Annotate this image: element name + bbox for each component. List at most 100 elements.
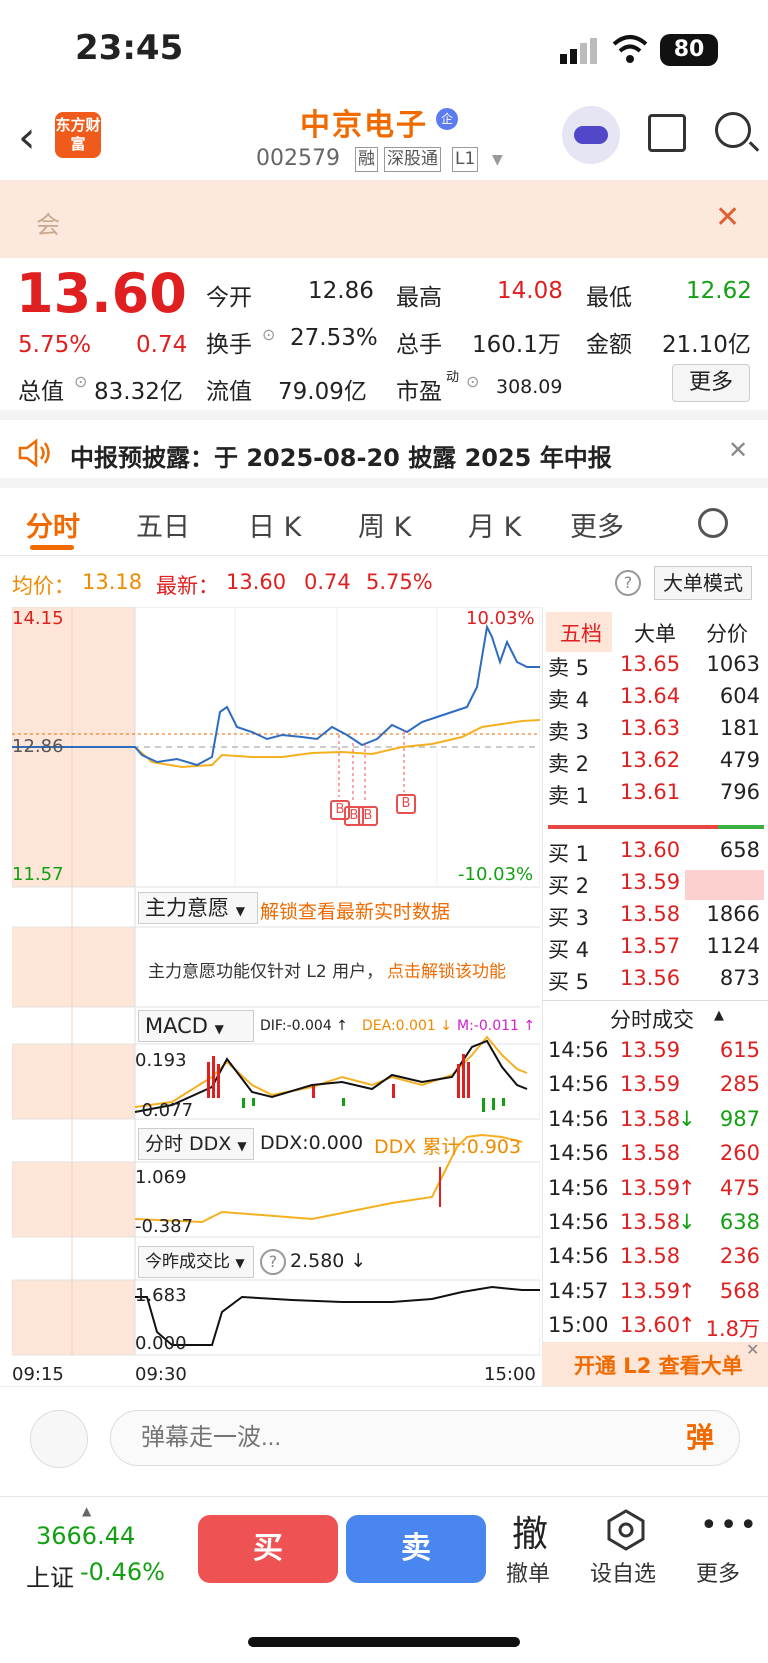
large-order-mode-button[interactable]: 大单模式 (654, 566, 752, 600)
unlock-link[interactable]: 解锁查看最新实时数据 (260, 897, 450, 924)
time-axis-start: 09:15 (12, 1364, 64, 1385)
ask-bid-ratio-bar (718, 825, 764, 829)
tab-five-day[interactable]: 五日 (136, 505, 190, 544)
app-logo: 东方财富 (55, 112, 101, 158)
buy-button[interactable]: 买 (198, 1515, 338, 1583)
battery-icon: 80 (660, 34, 718, 66)
main-force-selector[interactable]: 主力意愿 ▼ (138, 892, 258, 924)
ddx-value: DDX:0.000 (260, 1132, 364, 1154)
ask-level-label: 卖 1 (548, 784, 590, 808)
bid-price[interactable]: 13.59 (620, 870, 680, 894)
last-price-value: 13.60 (226, 570, 287, 594)
close-icon[interactable]: ✕ (728, 436, 748, 464)
tab-large-order[interactable]: 大单 (634, 618, 676, 648)
l2-upgrade-text[interactable]: 开通 L2 查看大单 (574, 1350, 743, 1380)
trade-direction: ↓ (678, 1106, 696, 1131)
trade-volume: 260 (719, 1141, 760, 1166)
share-icon[interactable] (648, 114, 686, 152)
bid-level-label: 买 1 (548, 842, 590, 866)
trade-direction: ↑ (678, 1313, 696, 1338)
tab-monthly-k[interactable]: 月 K (468, 505, 521, 544)
trade-time: 14:56 (548, 1072, 609, 1097)
gear-icon[interactable] (698, 508, 728, 538)
tab-daily-k[interactable]: 日 K (248, 505, 301, 544)
low-value: 12.62 (686, 278, 752, 304)
avg-price-label: 均价： (12, 574, 75, 598)
ask-volume: 479 (719, 748, 760, 772)
volume-ratio-selector[interactable]: 今昨成交比 ▼ (138, 1246, 254, 1278)
bid-price[interactable]: 13.58 (620, 902, 680, 926)
pre-market-shade (12, 1280, 135, 1355)
market-cap: 83.32亿 (94, 379, 183, 405)
cancel-order-button[interactable]: 撤单 (506, 1556, 550, 1588)
more-button[interactable]: 更多 (672, 364, 750, 402)
tab-price-distribution[interactable]: 分价 (706, 618, 748, 648)
trade-time: 14:56 (548, 1141, 609, 1166)
help-icon[interactable]: ? (260, 1249, 286, 1275)
volume-highlight (685, 870, 764, 900)
volume-value: 160.1万 (472, 332, 561, 358)
bid-level-label: 买 2 (548, 874, 590, 898)
trade-volume: 987 (719, 1106, 760, 1131)
dropdown-icon[interactable]: ▼ (492, 152, 503, 168)
ask-price[interactable]: 13.64 (620, 684, 680, 708)
ask-price[interactable]: 13.63 (620, 716, 680, 740)
ask-level-label: 卖 5 (548, 656, 590, 680)
ask-bid-ratio-bar (548, 825, 718, 829)
add-watchlist-button[interactable]: 设自选 (590, 1556, 656, 1588)
ddx-label: 分时 DDX (145, 1133, 232, 1155)
tab-more[interactable]: 更多 (570, 505, 624, 544)
notice-text[interactable]: 中报预披露：于 2025-08-20 披露 2025 年中报 (70, 438, 612, 473)
info-icon[interactable]: ⊙ (74, 372, 87, 391)
search-icon[interactable] (715, 112, 751, 148)
close-icon[interactable]: ✕ (715, 200, 740, 235)
cancel-order-icon[interactable]: 撤 (512, 1505, 548, 1557)
back-icon[interactable]: ‹ (18, 112, 36, 163)
bid-volume: 1866 (706, 902, 760, 926)
trades-title[interactable]: 分时成交 (610, 1004, 694, 1034)
add-watchlist-icon[interactable] (604, 1508, 648, 1552)
pct-axis-min: -10.03% (458, 864, 534, 885)
current-price: 13.60 (16, 262, 187, 325)
macd-m: M:-0.011 ↑ (457, 1018, 536, 1034)
pe-value: 308.09 (496, 376, 563, 398)
l2-unlock-link[interactable]: 点击解锁该功能 (387, 957, 506, 982)
info-icon[interactable]: ⊙ (466, 372, 479, 391)
caret-up-icon: ▲ (82, 1504, 92, 1518)
trade-volume: 568 (719, 1278, 760, 1303)
index-value[interactable]: 3666.44 (36, 1522, 135, 1550)
close-icon[interactable]: ✕ (746, 1340, 759, 1359)
macd-dea: DEA:0.001 ↓ (362, 1018, 452, 1034)
assistant-robot-icon[interactable] (562, 106, 620, 164)
trade-direction: ↑ (678, 1175, 696, 1200)
danmu-input[interactable] (110, 1410, 740, 1466)
promo-banner[interactable] (0, 180, 768, 258)
speaker-icon (18, 438, 50, 468)
danmu-settings-icon[interactable] (30, 1410, 88, 1468)
info-icon[interactable]: ⊙ (262, 325, 275, 344)
bid-price[interactable]: 13.57 (620, 934, 680, 958)
ask-price[interactable]: 13.61 (620, 780, 680, 804)
bid-price[interactable]: 13.60 (620, 838, 680, 862)
tab-intraday[interactable]: 分时 (26, 505, 80, 544)
more-dots-icon[interactable]: ••• (700, 1508, 759, 1543)
bid-volume: 658 (719, 838, 760, 862)
more-button[interactable]: 更多 (696, 1556, 740, 1588)
ask-volume: 604 (719, 684, 760, 708)
caret-up-icon[interactable]: ▲ (714, 1008, 724, 1023)
ask-price[interactable]: 13.62 (620, 748, 680, 772)
ask-price[interactable]: 13.65 (620, 652, 680, 676)
ddx-selector[interactable]: 分时 DDX ▼ (138, 1128, 254, 1160)
tab-weekly-k[interactable]: 周 K (358, 505, 411, 544)
sell-button[interactable]: 卖 (346, 1515, 486, 1583)
buy-marker[interactable]: B (396, 794, 416, 814)
help-icon[interactable]: ? (615, 570, 641, 596)
ask-level-label: 卖 3 (548, 720, 590, 744)
bid-price[interactable]: 13.56 (620, 966, 680, 990)
danmu-send-icon[interactable]: 弹 (686, 1416, 714, 1456)
buy-marker[interactable]: B (358, 806, 378, 826)
macd-selector[interactable]: MACD ▼ (138, 1010, 254, 1042)
macd-axis-min: -0.077 (135, 1100, 194, 1121)
trade-price: 13.58 (620, 1106, 681, 1131)
bid-level-label: 买 4 (548, 938, 590, 962)
